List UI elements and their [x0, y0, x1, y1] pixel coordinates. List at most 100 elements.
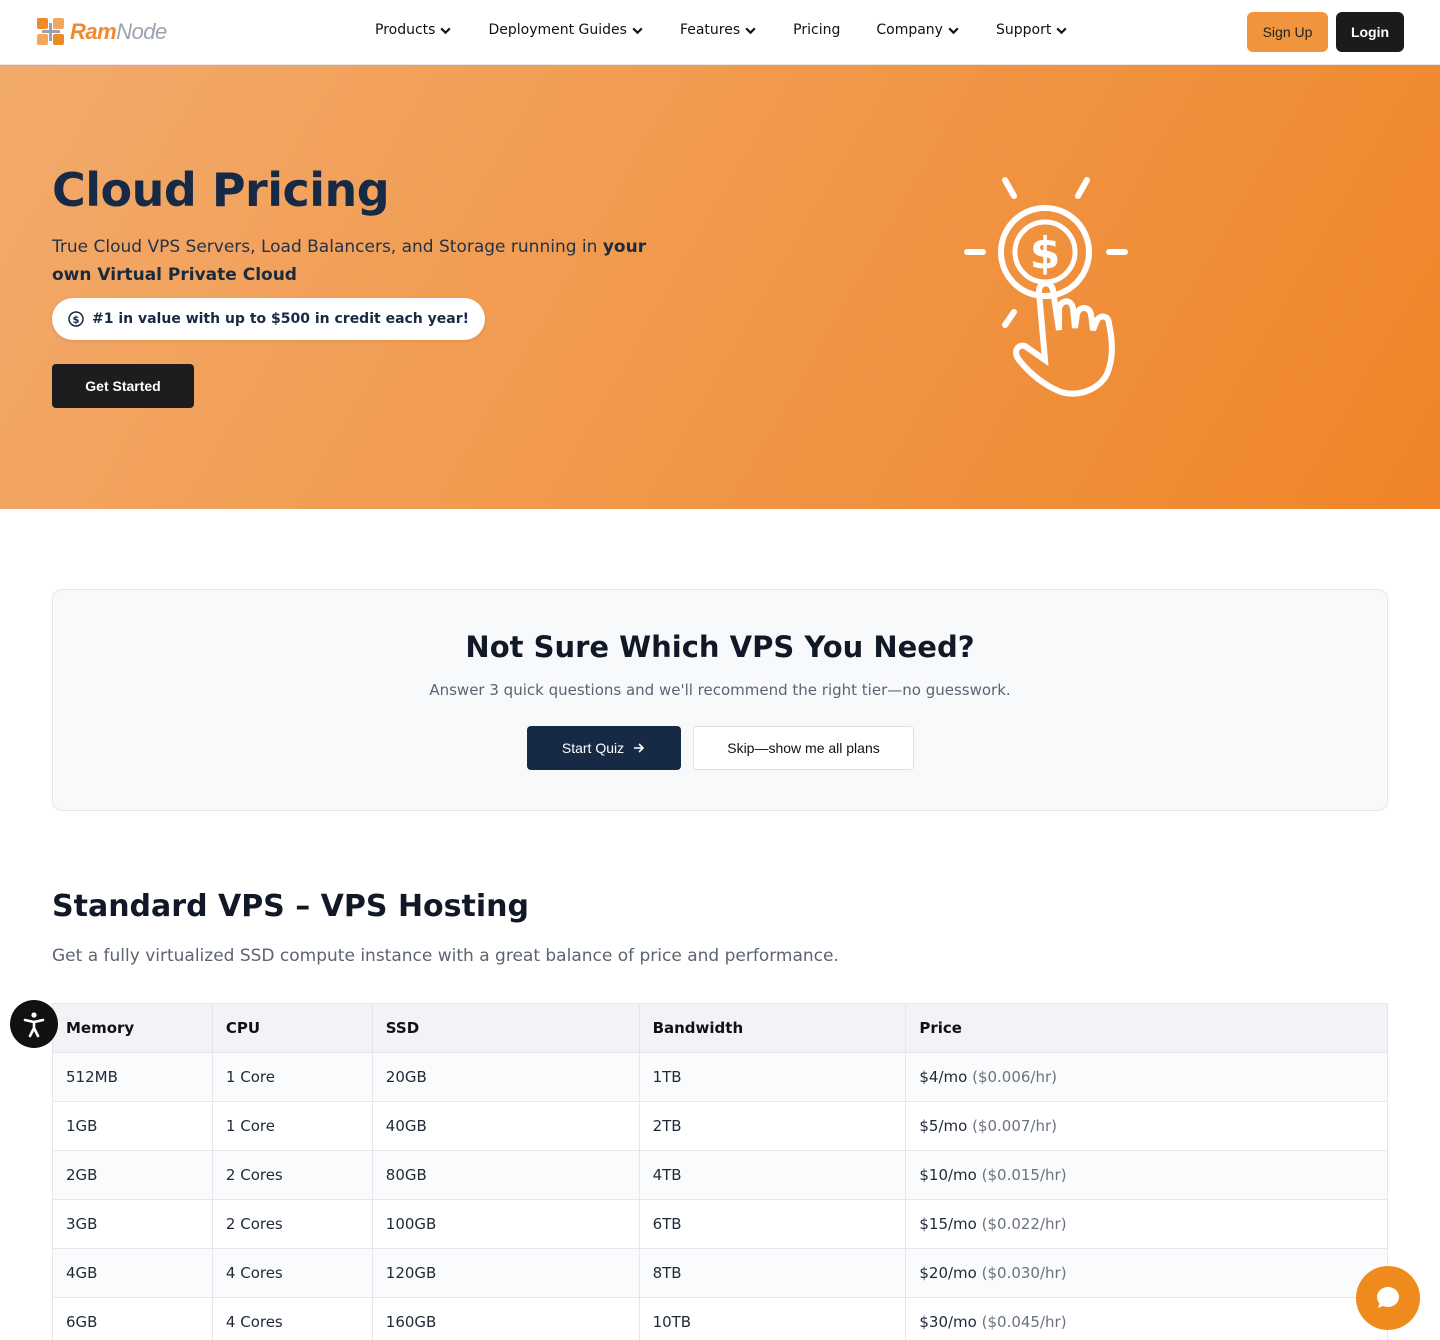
monthly-price: $4/mo	[919, 1068, 968, 1086]
cell-bandwidth: 1TB	[638, 1052, 907, 1102]
get-started-button[interactable]: Get Started	[52, 364, 194, 408]
credit-badge: $ #1 in value with up to $500 in credit …	[52, 298, 486, 340]
cell-ssd: 100GB	[371, 1199, 640, 1249]
cell-price: $30/mo ($0.045/hr)	[905, 1297, 1388, 1340]
table-row: 6GB 4 Cores 160GB 10TB $30/mo ($0.045/hr…	[52, 1297, 1388, 1340]
table-row: 512MB 1 Core 20GB 1TB $4/mo ($0.006/hr)	[52, 1052, 1388, 1102]
accessibility-button[interactable]	[10, 1000, 58, 1048]
column-header-cpu: CPU	[211, 1003, 373, 1053]
start-quiz-button[interactable]: Start Quiz	[527, 726, 681, 770]
nav-products[interactable]: Products	[375, 22, 452, 38]
chevron-down-icon	[1056, 27, 1067, 34]
svg-text:$: $	[73, 315, 80, 326]
ramnode-logo[interactable]: RamNode	[36, 16, 167, 48]
cell-memory: 4GB	[52, 1248, 213, 1298]
main-nav: Products Deployment Guides Features Pric…	[375, 22, 1068, 38]
monthly-price: $20/mo	[919, 1264, 977, 1282]
cell-cpu: 2 Cores	[211, 1199, 373, 1249]
cell-ssd: 20GB	[371, 1052, 640, 1102]
cell-price: $10/mo ($0.015/hr)	[905, 1150, 1388, 1200]
nav-features-label: Features	[679, 22, 741, 38]
plans-section-subtitle: Get a fully virtualized SSD compute inst…	[52, 946, 839, 966]
login-button[interactable]: Login	[1336, 12, 1404, 52]
monthly-price: $15/mo	[919, 1215, 977, 1233]
nav-support[interactable]: Support	[996, 22, 1068, 38]
nav-features[interactable]: Features	[680, 22, 757, 38]
cell-memory: 1GB	[52, 1101, 213, 1151]
hourly-price: ($0.006/hr)	[972, 1068, 1058, 1086]
hero-banner: Cloud Pricing True Cloud VPS Servers, Lo…	[0, 65, 1440, 509]
plans-section-title: Standard VPS – VPS Hosting	[52, 889, 529, 924]
cell-memory: 6GB	[52, 1297, 213, 1340]
hourly-price: ($0.022/hr)	[981, 1215, 1067, 1233]
cell-price: $20/mo ($0.030/hr)	[905, 1248, 1388, 1298]
column-header-bandwidth: Bandwidth	[638, 1003, 907, 1053]
start-quiz-label: Start Quiz	[561, 740, 625, 756]
table-row: 4GB 4 Cores 120GB 8TB $20/mo ($0.030/hr)	[52, 1248, 1388, 1298]
hourly-price: ($0.030/hr)	[981, 1264, 1067, 1282]
nav-company[interactable]: Company	[876, 22, 960, 38]
nav-deployment-guides[interactable]: Deployment Guides	[488, 22, 644, 38]
ramnode-logo-icon	[37, 18, 64, 45]
credit-badge-text: #1 in value with up to $500 in credit ea…	[92, 311, 470, 327]
cell-ssd: 40GB	[371, 1101, 640, 1151]
nav-deployment-guides-label: Deployment Guides	[488, 22, 627, 38]
quiz-title: Not Sure Which VPS You Need?	[465, 630, 975, 664]
cell-ssd: 160GB	[371, 1297, 640, 1340]
cell-bandwidth: 6TB	[638, 1199, 907, 1249]
cell-memory: 2GB	[52, 1150, 213, 1200]
cell-price: $4/mo ($0.006/hr)	[905, 1052, 1388, 1102]
hourly-price: ($0.007/hr)	[972, 1117, 1058, 1135]
nav-company-label: Company	[876, 22, 943, 38]
cell-cpu: 1 Core	[211, 1052, 373, 1102]
nav-pricing[interactable]: Pricing	[793, 22, 840, 38]
chat-bubble-icon	[1377, 1287, 1399, 1308]
page-title: Cloud Pricing	[52, 163, 390, 217]
hero-subtitle: True Cloud VPS Servers, Load Balancers, …	[52, 233, 672, 289]
cell-cpu: 4 Cores	[211, 1297, 373, 1340]
hourly-price: ($0.015/hr)	[981, 1166, 1067, 1184]
vps-pricing-table: Memory CPU SSD Bandwidth Price 512MB 1 C…	[52, 1003, 1388, 1340]
cell-price: $5/mo ($0.007/hr)	[905, 1101, 1388, 1151]
chevron-down-icon	[440, 27, 452, 34]
column-header-ssd: SSD	[371, 1003, 640, 1053]
cell-cpu: 1 Core	[211, 1101, 373, 1151]
monthly-price: $10/mo	[919, 1166, 977, 1184]
nav-products-label: Products	[375, 22, 436, 38]
sign-up-button[interactable]: Sign Up	[1247, 12, 1328, 52]
svg-text:$: $	[1030, 228, 1061, 279]
quiz-subtitle: Answer 3 quick questions and we'll recom…	[429, 681, 1011, 699]
cell-cpu: 4 Cores	[211, 1248, 373, 1298]
cell-ssd: 120GB	[371, 1248, 640, 1298]
chat-button[interactable]	[1356, 1266, 1420, 1330]
accessibility-icon	[23, 1012, 45, 1038]
table-header-row: Memory CPU SSD Bandwidth Price	[52, 1003, 1388, 1053]
cell-bandwidth: 2TB	[638, 1101, 907, 1151]
monthly-price: $5/mo	[919, 1117, 968, 1135]
hero-subtitle-text: True Cloud VPS Servers, Load Balancers, …	[52, 237, 603, 257]
dollar-coin-icon: $	[68, 311, 84, 327]
nav-support-label: Support	[995, 22, 1052, 38]
cell-ssd: 80GB	[371, 1150, 640, 1200]
cell-cpu: 2 Cores	[211, 1150, 373, 1200]
column-header-memory: Memory	[52, 1003, 213, 1053]
chevron-down-icon	[948, 27, 959, 34]
table-row: 1GB 1 Core 40GB 2TB $5/mo ($0.007/hr)	[52, 1101, 1388, 1151]
cell-bandwidth: 8TB	[638, 1248, 907, 1298]
table-row: 3GB 2 Cores 100GB 6TB $15/mo ($0.022/hr)	[52, 1199, 1388, 1249]
nav-pricing-label: Pricing	[793, 22, 841, 38]
cell-bandwidth: 4TB	[638, 1150, 907, 1200]
skip-quiz-button[interactable]: Skip—show me all plans	[693, 726, 914, 770]
cell-bandwidth: 10TB	[638, 1297, 907, 1340]
cell-memory: 512MB	[52, 1052, 213, 1102]
chevron-down-icon	[745, 27, 756, 34]
cell-memory: 3GB	[52, 1199, 213, 1249]
hourly-price: ($0.045/hr)	[981, 1313, 1067, 1331]
hand-pointing-dollar-icon: $	[964, 177, 1128, 397]
chevron-down-icon	[632, 27, 643, 34]
cell-price: $15/mo ($0.022/hr)	[905, 1199, 1388, 1249]
table-row: 2GB 2 Cores 80GB 4TB $10/mo ($0.015/hr)	[52, 1150, 1388, 1200]
vps-quiz-card: Not Sure Which VPS You Need? Answer 3 qu…	[52, 589, 1388, 811]
logo-wordmark: RamNode	[70, 19, 167, 44]
site-header: RamNode Products Deployment Guides Featu…	[0, 0, 1440, 65]
